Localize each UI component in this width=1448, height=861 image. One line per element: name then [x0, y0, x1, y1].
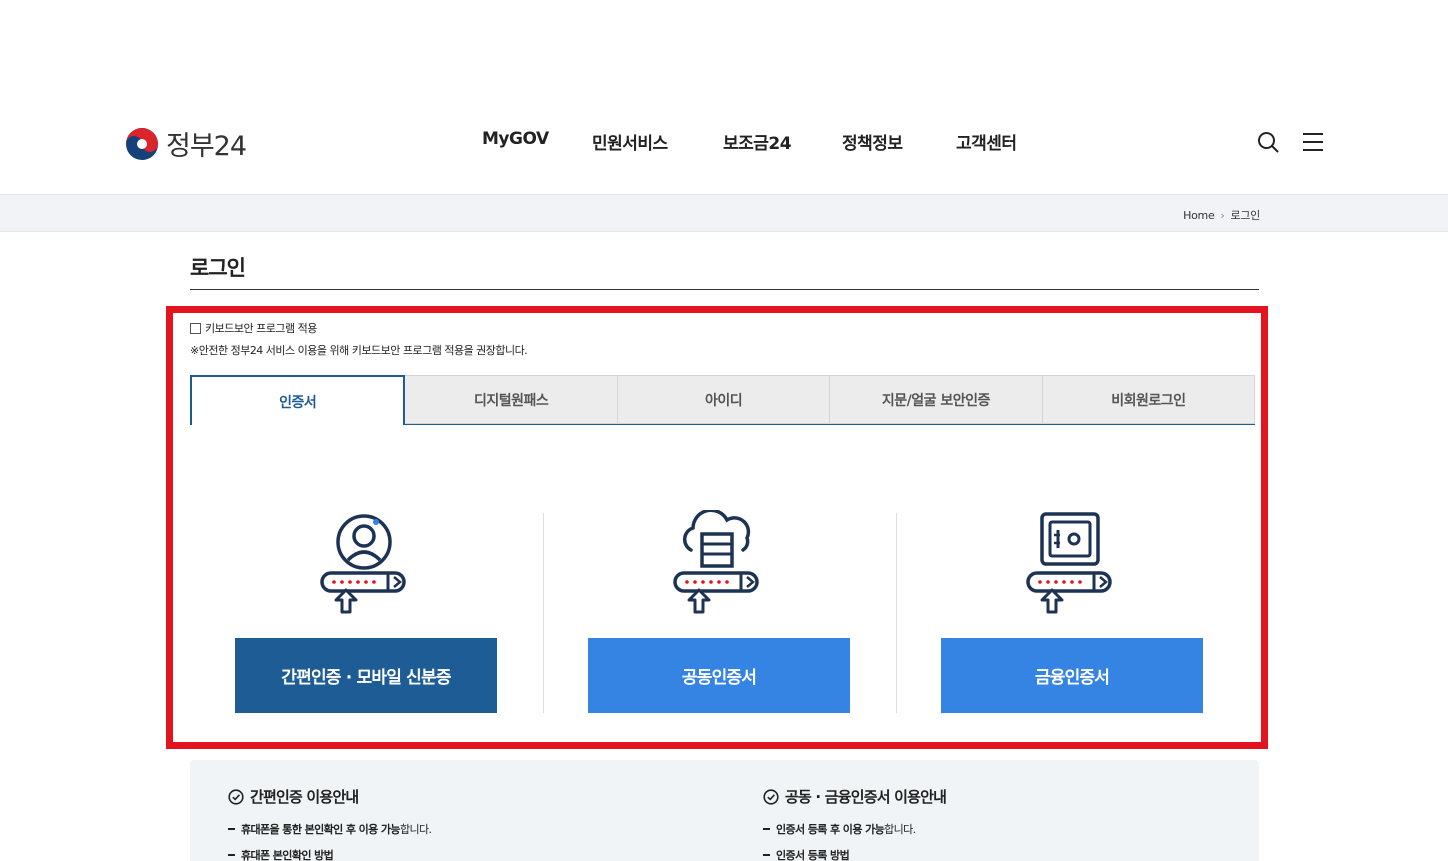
option-divider [543, 513, 544, 713]
site-logo[interactable]: 정부24 [125, 124, 247, 163]
tab-biometric[interactable]: 지문/얼굴 보안인증 [830, 375, 1043, 424]
info-panel: 간편인증 이용안내 휴대폰을 통한 본인확인 후 이용 가능합니다. 휴대폰 본… [190, 760, 1259, 861]
keyboard-security-label[interactable]: 키보드보안 프로그램 적용 [205, 320, 317, 336]
breadcrumb-home[interactable]: Home [1183, 209, 1215, 222]
user-certificate-icon [320, 514, 406, 614]
simple-auth-button[interactable]: 간편인증 · 모바일 신분증 [235, 638, 497, 713]
chevron-right-icon: › [1220, 208, 1225, 222]
info-simple-auth: 간편인증 이용안내 휴대폰을 통한 본인확인 후 이용 가능합니다. 휴대폰 본… [228, 786, 432, 861]
breadcrumb-current: 로그인 [1230, 209, 1261, 222]
login-tabs: 인증서 디지털원패스 아이디 지문/얼굴 보안인증 비회원로그인 [190, 375, 1256, 425]
info-item-emphasis: 인증서 등록 후 이용 가능 [776, 823, 885, 836]
page-title: 로그인 [190, 256, 246, 280]
taegeuk-logo-icon [126, 127, 158, 160]
info-method-link[interactable]: 휴대폰 본인확인 방법 [241, 847, 334, 861]
dash-bullet [763, 854, 770, 856]
tab-certificate[interactable]: 인증서 [190, 375, 406, 425]
keyboard-security-checkbox[interactable] [190, 322, 201, 334]
search-icon[interactable] [1257, 131, 1279, 153]
info-simple-auth-method[interactable]: 휴대폰 본인확인 방법 [228, 847, 431, 861]
tab-id[interactable]: 아이디 [617, 375, 831, 424]
info-item-emphasis: 휴대폰을 통한 본인확인 후 이용 가능 [241, 823, 401, 836]
nav-customer-center[interactable]: 고객센터 [956, 129, 1017, 154]
safe-certificate-icon [1026, 512, 1112, 614]
info-cert-title: 공동 · 금융인증서 이용안내 [785, 788, 947, 806]
check-circle-icon [763, 788, 779, 805]
breadcrumb: Home › 로그인 [1183, 207, 1260, 223]
info-cert-item: 인증서 등록 후 이용 가능합니다. [763, 821, 946, 837]
financial-certificate-button[interactable]: 금융인증서 [941, 638, 1203, 713]
logo-text: 정부24 [166, 131, 247, 162]
breadcrumb-bar: Home › 로그인 [0, 194, 1448, 232]
info-simple-auth-item: 휴대폰을 통한 본인확인 후 이용 가능합니다. [228, 821, 432, 837]
nav-civil-service[interactable]: 민원서비스 [592, 129, 668, 154]
title-divider [190, 289, 1259, 290]
tab-guest-login[interactable]: 비회원로그인 [1042, 375, 1256, 424]
tab-digital-onepass[interactable]: 디지털원패스 [405, 375, 618, 424]
nav-subsidy24[interactable]: 보조금24 [723, 129, 792, 154]
info-cert-method[interactable]: 인증서 등록 방법 [763, 847, 946, 861]
info-item-rest: 합니다. [399, 823, 432, 836]
cloud-server-certificate-icon [673, 510, 759, 614]
info-method-link[interactable]: 인증서 등록 방법 [776, 847, 850, 861]
nav-mygov[interactable]: MyGOV [482, 129, 549, 149]
keyboard-security: 키보드보안 프로그램 적용 ※안전한 정부24 서비스 이용을 위해 키보드보안… [190, 320, 528, 358]
joint-certificate-button[interactable]: 공동인증서 [588, 638, 850, 713]
dash-bullet [763, 828, 770, 830]
info-item-rest: 합니다. [884, 823, 916, 836]
dash-bullet [228, 854, 235, 856]
keyboard-security-note: ※안전한 정부24 서비스 이용을 위해 키보드보안 프로그램 적용을 권장합니… [190, 344, 528, 357]
option-divider [896, 513, 897, 713]
hamburger-menu-icon[interactable] [1302, 131, 1324, 153]
check-circle-icon [228, 788, 244, 805]
nav-policy-info[interactable]: 정책정보 [842, 129, 903, 154]
info-simple-auth-title: 간편인증 이용안내 [250, 788, 359, 806]
info-cert: 공동 · 금융인증서 이용안내 인증서 등록 후 이용 가능합니다. 인증서 등… [763, 786, 947, 861]
dash-bullet [228, 828, 235, 830]
